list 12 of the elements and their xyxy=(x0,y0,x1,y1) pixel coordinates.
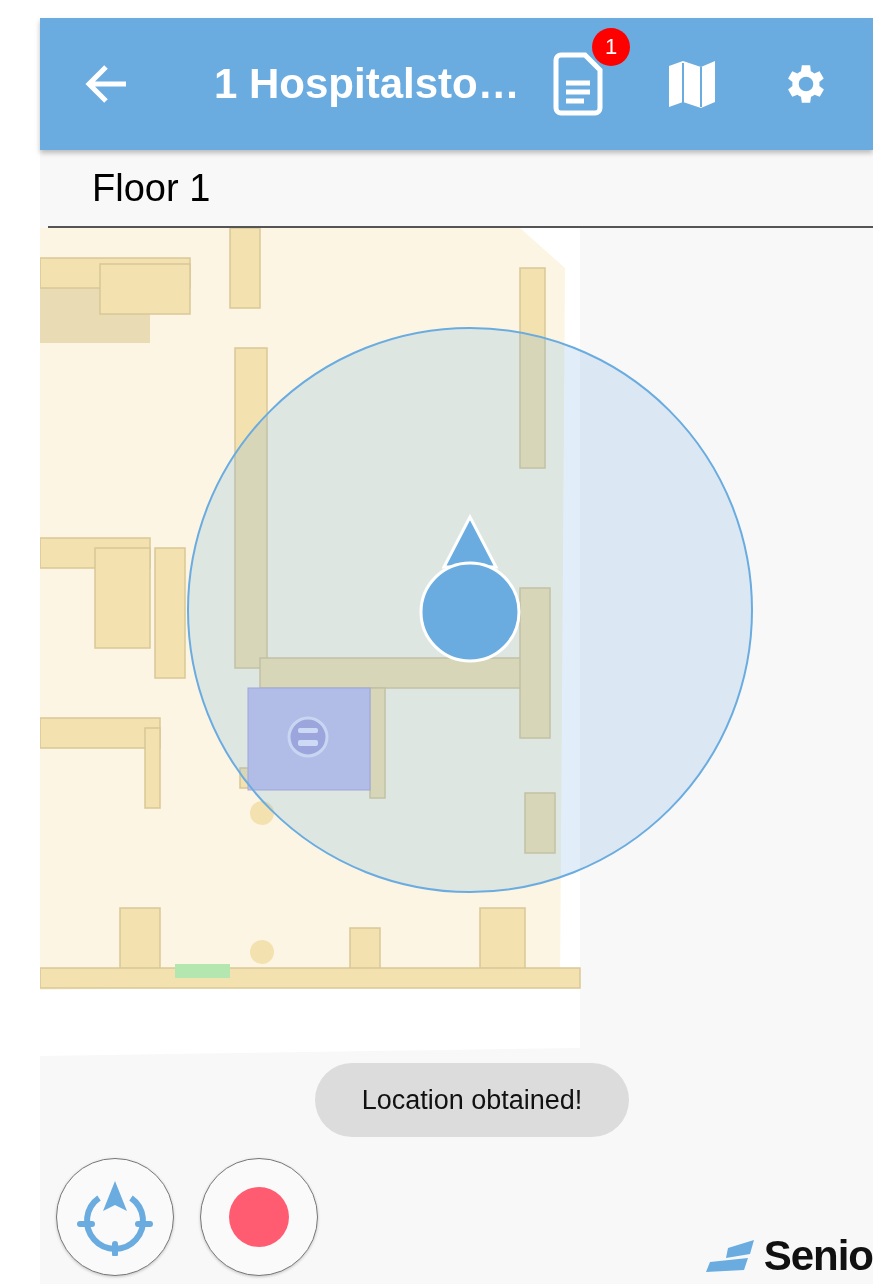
document-icon xyxy=(553,52,603,116)
logo-text: Senio xyxy=(763,1232,873,1280)
logo-icon xyxy=(705,1240,756,1272)
map-icon xyxy=(669,60,715,108)
record-icon xyxy=(229,1187,289,1247)
notification-badge: 1 xyxy=(592,28,630,66)
document-button[interactable] xyxy=(553,52,603,116)
back-arrow-icon xyxy=(84,64,128,104)
app-bar-title: 1 Hospitalsto… xyxy=(214,60,521,108)
restroom-icon xyxy=(287,716,329,758)
floor-label: Floor 1 xyxy=(92,166,211,210)
toast-message: Location obtained! xyxy=(315,1063,629,1137)
